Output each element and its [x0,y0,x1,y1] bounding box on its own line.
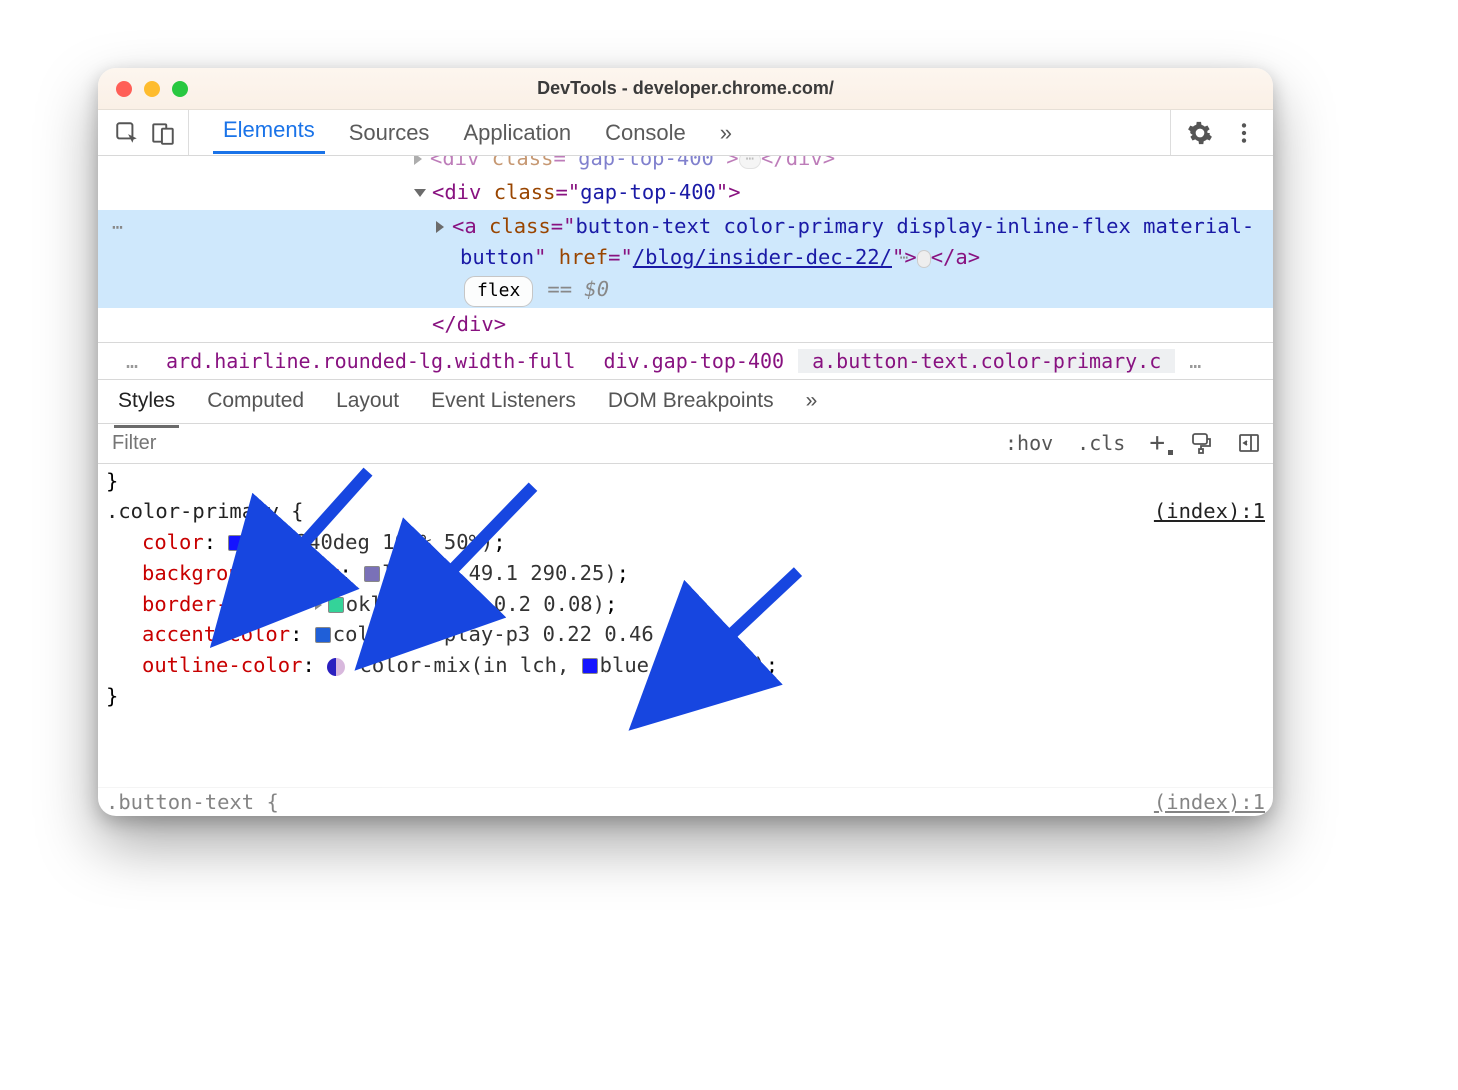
inspect-icon[interactable] [114,120,140,146]
tab-styles[interactable]: Styles [116,383,177,419]
collapse-icon[interactable] [414,189,426,197]
breadcrumb-item[interactable]: div.gap-top-400 [589,349,798,373]
tab-application[interactable]: Application [453,114,581,152]
ellipsis-icon[interactable]: ⋯ [917,250,931,268]
dom-row[interactable]: </div> [98,308,1273,342]
rule-close-brace: } [106,466,1265,497]
window-close-button[interactable] [116,81,132,97]
css-property[interactable]: outline-color: color-mix(in lch, blue, w… [106,650,1265,681]
color-mix-swatch-icon[interactable] [327,658,345,676]
subtabs-overflow[interactable]: » [804,383,820,419]
tab-event-listeners[interactable]: Event Listeners [429,383,578,419]
tab-console[interactable]: Console [595,114,696,152]
window-maximize-button[interactable] [172,81,188,97]
expand-icon[interactable] [315,600,322,610]
breadcrumb-overflow[interactable]: … [1175,349,1215,373]
dom-row[interactable]: <div class="gap-top-400"> [98,176,1273,210]
tab-dom-breakpoints[interactable]: DOM Breakpoints [606,383,776,419]
cutoff-rule: .button-text { (index):1 [98,787,1273,816]
tab-sources[interactable]: Sources [339,114,440,152]
filter-input[interactable] [98,424,993,463]
breadcrumb-overflow[interactable]: … [112,349,152,373]
traffic-lights [116,81,188,97]
main-tab-strip: Elements Sources Application Console » [98,110,1273,156]
styles-tab-strip: Styles Computed Layout Event Listeners D… [98,380,1273,424]
tab-computed[interactable]: Computed [205,383,306,419]
color-swatch-icon[interactable] [364,566,380,582]
tab-elements[interactable]: Elements [213,111,325,154]
styles-pane[interactable]: } .color-primary { (index):1 color: hsl(… [98,464,1273,789]
color-swatch-icon[interactable] [674,658,690,674]
dollar-zero: == $0 [547,277,609,301]
panel-toggle-icon[interactable] [1225,424,1273,463]
tab-layout[interactable]: Layout [334,383,401,419]
breadcrumb-item-active[interactable]: a.button-text.color-primary.c [798,349,1175,373]
hov-toggle[interactable]: :hov [993,424,1065,463]
dom-row-selected[interactable]: ⋯ <a class="button-text color-primary di… [98,210,1273,308]
device-toggle-icon[interactable] [150,120,176,146]
css-property[interactable]: border-color: oklab(0.83 -0.2 0.08); [106,589,1265,620]
cls-toggle[interactable]: .cls [1065,424,1137,463]
rule-source-link[interactable]: (index):1 [1154,496,1265,527]
dom-tree[interactable]: <div class="gap-top-400">⋯</div> <div cl… [98,156,1273,342]
breadcrumb-item[interactable]: ard.hairline.rounded-lg.width-full [152,349,589,373]
paint-icon[interactable] [1177,424,1225,463]
expand-icon[interactable] [436,221,444,233]
new-rule-button[interactable]: + [1137,424,1177,463]
css-property[interactable]: color: hsl(240deg 100% 50%); [106,527,1265,558]
rule-selector[interactable]: .color-primary [106,499,279,523]
kebab-icon[interactable] [1231,120,1257,146]
dom-row[interactable]: <div class="gap-top-400">⋯</div> [98,156,1273,176]
titlebar: DevTools - developer.chrome.com/ [98,68,1273,110]
window-title: DevTools - developer.chrome.com/ [98,78,1273,99]
css-property[interactable]: accent-color: color(display-p3 0.22 0.46… [106,619,1265,650]
breadcrumb[interactable]: … ard.hairline.rounded-lg.width-full div… [98,342,1273,380]
tabs-overflow[interactable]: » [710,114,742,152]
color-swatch-icon[interactable] [328,597,344,613]
css-property[interactable]: background-color: lch(54 49.1 290.25); [106,558,1265,589]
rule-close-brace: } [106,681,1265,712]
devtools-window: DevTools - developer.chrome.com/ Element… [98,68,1273,816]
expand-icon[interactable] [414,156,422,165]
color-swatch-icon[interactable] [315,627,331,643]
ellipsis-icon[interactable]: ⋯ [739,156,761,169]
styles-filter-bar: :hov .cls + [98,424,1273,464]
color-swatch-icon[interactable] [228,535,244,551]
gear-icon[interactable] [1187,120,1213,146]
color-swatch-icon[interactable] [582,658,598,674]
flex-badge[interactable]: flex [464,276,533,307]
window-minimize-button[interactable] [144,81,160,97]
